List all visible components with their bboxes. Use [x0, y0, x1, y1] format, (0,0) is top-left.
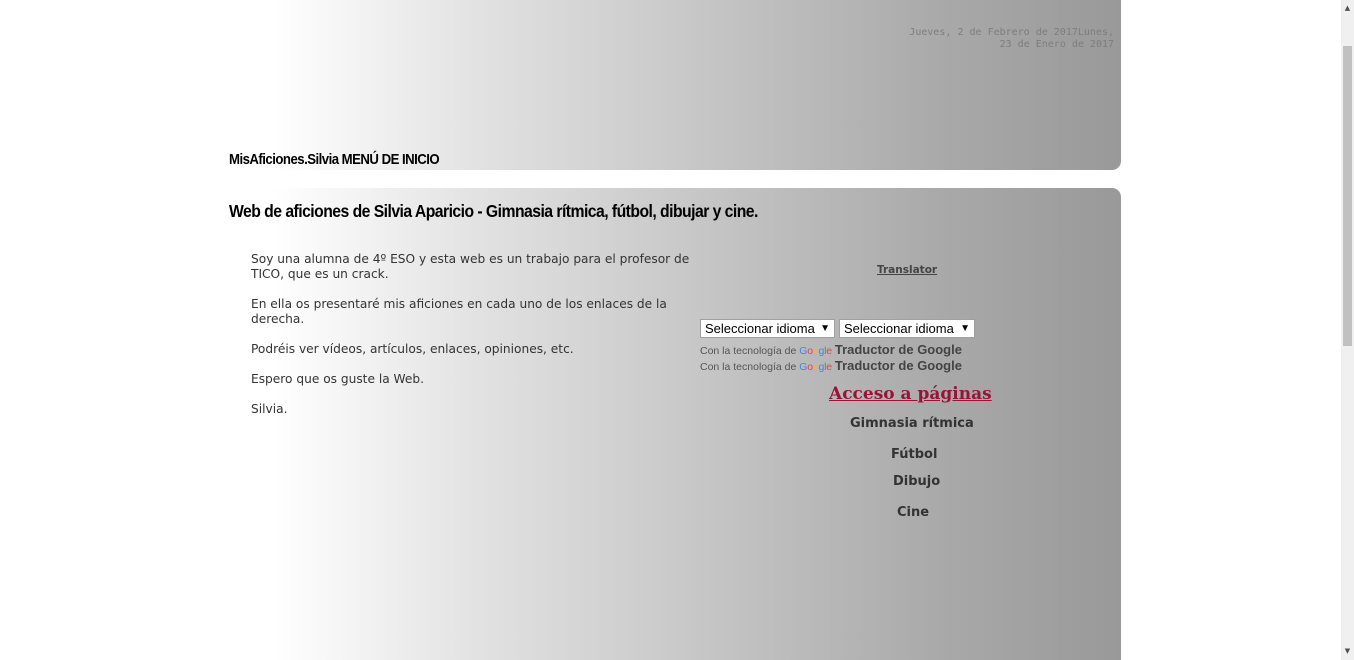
site-title: MisAficiones.Silvia MENÚ DE INICIO: [229, 151, 440, 168]
date-display: Jueves, 2 de Febrero de 2017Lunes, 23 de…: [894, 27, 1114, 51]
powered-by-google-2: Con la tecnología de Google Traductor de…: [700, 358, 962, 373]
powered-by-google-1: Con la tecnología de Google Traductor de…: [700, 342, 962, 357]
intro-text: Soy una alumna de 4º ESO y esta web es u…: [251, 252, 691, 432]
page: Jueves, 2 de Febrero de 2017Lunes, 23 de…: [0, 0, 1354, 660]
language-select-2-value: Seleccionar idioma: [844, 321, 954, 336]
google-logo[interactable]: Google: [799, 345, 832, 357]
powered-by-text: Con la tecnología de: [700, 361, 797, 373]
intro-paragraph: Soy una alumna de 4º ESO y esta web es u…: [251, 252, 690, 281]
intro-paragraph: Podréis ver vídeos, artículos, enlaces, …: [251, 342, 574, 356]
nav-link-cine[interactable]: Cine: [897, 505, 929, 520]
scrollbar-thumb[interactable]: [1343, 46, 1352, 346]
chevron-down-icon: ▼: [960, 323, 970, 334]
intro-paragraph: Espero que os guste la Web.: [251, 372, 425, 386]
scroll-down-icon[interactable]: ▼: [1341, 643, 1354, 660]
powered-by-text: Con la tecnología de: [700, 345, 797, 357]
header-panel: Jueves, 2 de Febrero de 2017Lunes, 23 de…: [228, 0, 1121, 170]
chevron-down-icon: ▼: [820, 323, 830, 334]
main-content-panel: Web de aficiones de Silvia Aparicio - Gi…: [228, 188, 1121, 660]
google-logo[interactable]: Google: [799, 361, 832, 373]
scroll-up-icon[interactable]: ▲: [1341, 0, 1354, 17]
nav-link-futbol[interactable]: Fútbol: [891, 447, 937, 462]
date-line-2: 23 de Enero de 2017: [999, 39, 1114, 50]
page-heading: Web de aficiones de Silvia Aparicio - Gi…: [229, 201, 758, 221]
google-translate-link[interactable]: Traductor de Google: [835, 358, 962, 373]
google-translate-link[interactable]: Traductor de Google: [835, 342, 962, 357]
date-line-1: Jueves, 2 de Febrero de 2017Lunes,: [909, 27, 1114, 38]
translator-label: Translator: [877, 264, 938, 276]
language-select-2[interactable]: Seleccionar idioma ▼: [839, 319, 975, 338]
vertical-scrollbar[interactable]: ▲ ▼: [1341, 0, 1354, 660]
access-pages-heading[interactable]: Acceso a páginas: [829, 384, 992, 404]
intro-paragraph: En ella os presentaré mis aficiones en c…: [251, 297, 667, 326]
intro-signature: Silvia.: [251, 402, 288, 416]
language-select-1[interactable]: Seleccionar idioma ▼: [700, 319, 835, 338]
nav-link-gimnasia[interactable]: Gimnasia rítmica: [850, 416, 974, 431]
language-select-1-value: Seleccionar idioma: [705, 321, 815, 336]
nav-link-dibujo[interactable]: Dibujo: [893, 474, 940, 489]
